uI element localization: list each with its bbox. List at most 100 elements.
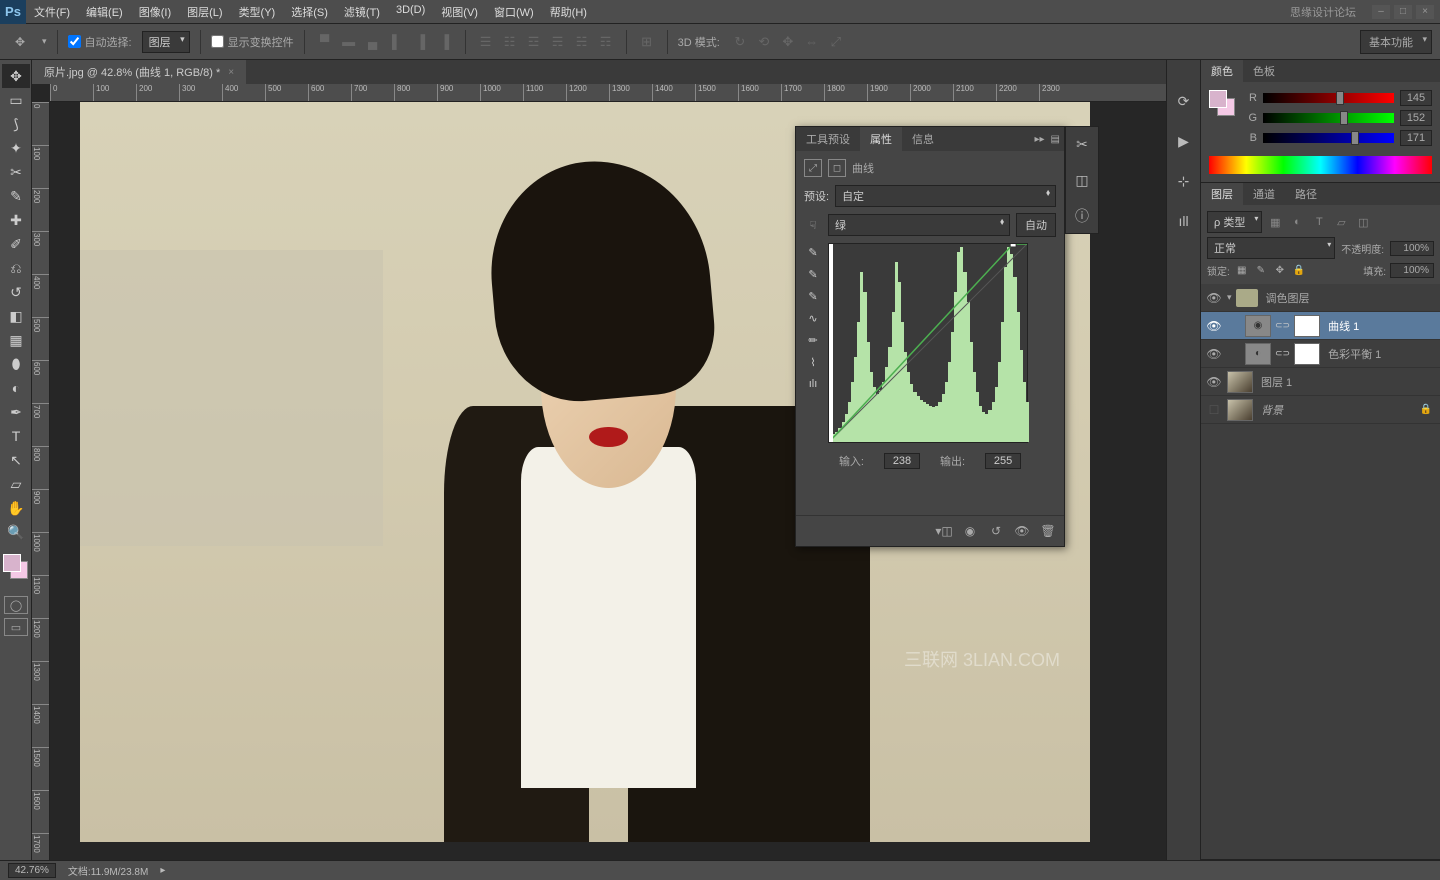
filter-pixel-icon[interactable]: ▦	[1266, 214, 1284, 230]
layer-name[interactable]: 曲线 1	[1324, 318, 1359, 334]
filter-smart-icon[interactable]: ◫	[1354, 214, 1372, 230]
eyedropper-white-icon[interactable]: ✎	[804, 287, 822, 305]
stamp-tool[interactable]: ⎌	[2, 256, 30, 280]
align-right-icon[interactable]: ▐	[435, 32, 455, 52]
3d-scale-icon[interactable]: ⤢	[826, 32, 846, 52]
layer-kind-filter[interactable]: ρ 类型	[1207, 211, 1262, 233]
visibility-icon[interactable]: 👁	[1205, 291, 1223, 305]
3d-orbit-icon[interactable]: ↻	[730, 32, 750, 52]
eyedropper-black-icon[interactable]: ✎	[804, 243, 822, 261]
hand-tool[interactable]: ✋	[2, 496, 30, 520]
info-icon[interactable]: ⓘ	[1071, 205, 1093, 227]
panel-menu-icon[interactable]: ▤	[1051, 134, 1060, 145]
link-icon[interactable]: ⊂⊃	[1275, 348, 1290, 359]
menu-item[interactable]: 滤镜(T)	[336, 0, 388, 24]
window-maximize[interactable]: □	[1394, 5, 1412, 19]
delete-icon[interactable]: 🗑	[1038, 522, 1058, 540]
disclosure-icon[interactable]: ▾	[1227, 292, 1232, 303]
filter-type-icon[interactable]: T	[1310, 214, 1328, 230]
toggle-visibility-icon[interactable]: 👁	[1012, 522, 1032, 540]
wand-tool[interactable]: ✦	[2, 136, 30, 160]
align-bottom-icon[interactable]: ▄	[363, 32, 383, 52]
finger-icon[interactable]: ☟	[804, 219, 822, 232]
lock-transparency-icon[interactable]: ▦	[1234, 264, 1250, 278]
distribute-4-icon[interactable]: ☴	[548, 32, 568, 52]
layer-row-copy[interactable]: 👁 图层 1	[1201, 368, 1440, 396]
fill-value[interactable]: 100%	[1390, 263, 1434, 278]
histogram-panel-icon[interactable]: ıll	[1173, 210, 1195, 232]
channel-select[interactable]: 绿	[828, 214, 1010, 236]
tab-toolpresets[interactable]: 工具预设	[796, 127, 860, 151]
b-value[interactable]: 171	[1400, 130, 1432, 146]
history-brush-tool[interactable]: ↺	[2, 280, 30, 304]
gradient-tool[interactable]: ▦	[2, 328, 30, 352]
3d-slide-icon[interactable]: ⇔	[802, 32, 822, 52]
lock-position-icon[interactable]: ✥	[1272, 264, 1288, 278]
window-close[interactable]: ×	[1416, 5, 1434, 19]
menu-item[interactable]: 文件(F)	[26, 0, 78, 24]
curve-point-icon[interactable]: ∿	[804, 309, 822, 327]
document-tab[interactable]: 原片.jpg @ 42.8% (曲线 1, RGB/8) * ×	[32, 60, 246, 84]
chevron-right-icon[interactable]: ▸	[160, 865, 165, 876]
quickmask-icon[interactable]: ◯	[4, 596, 28, 614]
navigator-panel-icon[interactable]: ⊹	[1173, 170, 1195, 192]
tab-color[interactable]: 颜色	[1201, 60, 1243, 82]
align-vcenter-icon[interactable]: ▬	[339, 32, 359, 52]
layer-row-colorbalance[interactable]: 👁 ◐ ⊂⊃ 色彩平衡 1	[1201, 340, 1440, 368]
curves-graph[interactable]	[828, 243, 1028, 443]
distribute-3-icon[interactable]: ☲	[524, 32, 544, 52]
spectrum-bar[interactable]	[1209, 156, 1432, 174]
g-value[interactable]: 152	[1400, 110, 1432, 126]
distribute-5-icon[interactable]: ☵	[572, 32, 592, 52]
clip-icon[interactable]: ▾◫	[934, 522, 954, 540]
preset-select[interactable]: 自定	[835, 185, 1056, 207]
layer-name[interactable]: 调色图层	[1262, 290, 1310, 306]
align-left-icon[interactable]: ▌	[387, 32, 407, 52]
visibility-icon[interactable]: 👁	[1205, 319, 1223, 333]
r-slider[interactable]	[1263, 93, 1394, 103]
tab-paths[interactable]: 路径	[1285, 183, 1327, 205]
prev-state-icon[interactable]: ◉	[960, 522, 980, 540]
collapse-icon[interactable]: ▸▸	[1035, 134, 1045, 145]
input-field[interactable]: 238	[884, 453, 920, 469]
auto-button[interactable]: 自动	[1016, 213, 1056, 237]
autoselect-target-select[interactable]: 图层	[142, 31, 190, 53]
lock-pixels-icon[interactable]: ✎	[1253, 264, 1269, 278]
chevron-down-icon[interactable]: ▾	[42, 36, 47, 47]
ruler-vertical[interactable]: 0100200300400500600700800900100011001200…	[32, 102, 50, 860]
layer-name[interactable]: 图层 1	[1257, 374, 1292, 390]
actions-panel-icon[interactable]: ▶	[1173, 130, 1195, 152]
crop-tool[interactable]: ✂	[2, 160, 30, 184]
menu-item[interactable]: 图层(L)	[179, 0, 230, 24]
type-tool[interactable]: T	[2, 424, 30, 448]
workspace-select[interactable]: 基本功能	[1360, 30, 1432, 54]
output-field[interactable]: 255	[985, 453, 1021, 469]
curve-pencil-icon[interactable]: ✏	[804, 331, 822, 349]
eyedropper-tool[interactable]: ✎	[2, 184, 30, 208]
ruler-horizontal[interactable]: 0100200300400500600700800900100011001200…	[50, 84, 1166, 102]
color-swatch[interactable]	[1209, 90, 1237, 118]
screenmode-icon[interactable]: ▭	[4, 618, 28, 636]
pen-tool[interactable]: ✒	[2, 400, 30, 424]
b-slider[interactable]	[1263, 133, 1394, 143]
lasso-tool[interactable]: ⟆	[2, 112, 30, 136]
menu-item[interactable]: 选择(S)	[283, 0, 336, 24]
3d-roll-icon[interactable]: ⟲	[754, 32, 774, 52]
distribute-6-icon[interactable]: ☶	[596, 32, 616, 52]
heal-tool[interactable]: ✚	[2, 208, 30, 232]
auto-align-icon[interactable]: ⊞	[637, 32, 657, 52]
tab-channels[interactable]: 通道	[1243, 183, 1285, 205]
layer-group-row[interactable]: 👁 ▾ 调色图层	[1201, 284, 1440, 312]
zoom-field[interactable]: 42.76%	[8, 863, 56, 878]
filter-shape-icon[interactable]: ▱	[1332, 214, 1350, 230]
layer-name[interactable]: 背景	[1257, 402, 1283, 418]
visibility-icon[interactable]: 👁	[1205, 347, 1223, 361]
menu-item[interactable]: 图像(I)	[131, 0, 179, 24]
lock-all-icon[interactable]: 🔒	[1291, 264, 1307, 278]
distribute-v-icon[interactable]: ☷	[500, 32, 520, 52]
move-tool[interactable]: ✥	[2, 64, 30, 88]
history-panel-icon[interactable]: ⟳	[1173, 90, 1195, 112]
tab-swatches[interactable]: 色板	[1243, 60, 1285, 82]
blend-mode-select[interactable]: 正常	[1207, 237, 1335, 259]
menu-item[interactable]: 编辑(E)	[78, 0, 131, 24]
